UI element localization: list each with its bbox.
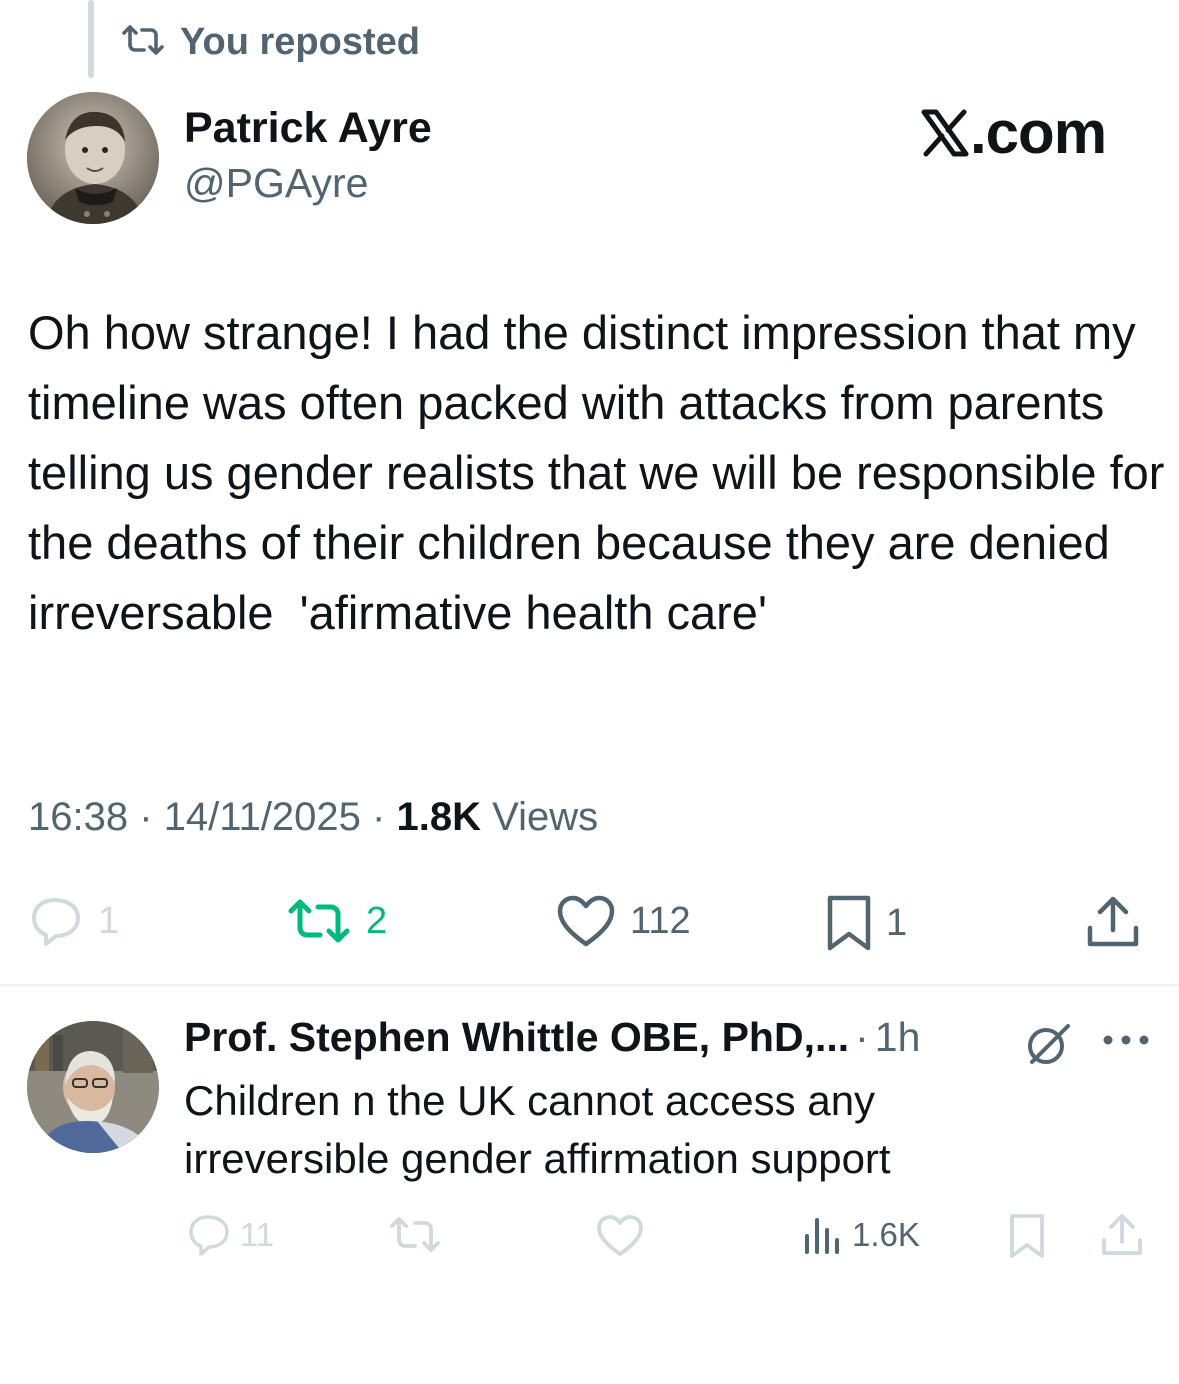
divider (0, 984, 1179, 986)
reply-icon (32, 898, 80, 946)
repost-icon (120, 23, 166, 62)
reply-time-separator: · (855, 1014, 869, 1060)
tweet-text: Oh how strange! I had the distinct impre… (28, 306, 1178, 639)
repost-icon (288, 899, 350, 943)
more-button[interactable] (1100, 1030, 1152, 1055)
reply-reply-count: 11 (240, 1216, 275, 1253)
brand-suffix: .com (970, 99, 1107, 166)
views-count: 1.8K (396, 795, 482, 839)
share-icon (1087, 896, 1139, 947)
reply-bookmark-button[interactable] (1008, 1212, 1046, 1265)
author-handle[interactable]: @PGAyre (184, 160, 368, 207)
reply-repost-button[interactable] (388, 1214, 442, 1261)
reply-author-name[interactable]: Prof. Stephen Whittle OBE, PhD,... (184, 1014, 849, 1061)
reply-icon (189, 1215, 229, 1256)
share-icon (1102, 1214, 1142, 1255)
tweet-meta: 16:38 · 14/11/2025 · 1.8K Views (28, 795, 598, 840)
reply-reply-button[interactable]: 11 (186, 1214, 274, 1256)
views-icon (805, 1218, 839, 1254)
grok-icon (1028, 1024, 1070, 1064)
reply-text: Children n the UK cannot access any irre… (184, 1077, 891, 1182)
reply-count: 1 (98, 899, 120, 942)
tweet-time[interactable]: 16:38 (28, 795, 128, 839)
like-icon (557, 895, 615, 947)
repost-count: 2 (366, 899, 388, 942)
brand-watermark: .com (920, 98, 1107, 167)
reply-header: Prof. Stephen Whittle OBE, PhD,... · 1h (184, 1014, 920, 1061)
like-button[interactable]: 112 (556, 894, 691, 948)
repost-icon (390, 1217, 440, 1252)
thread-line (88, 0, 94, 78)
meta-separator: · (139, 795, 153, 839)
views-label: Views (492, 795, 599, 839)
like-icon (597, 1215, 643, 1256)
more-icon (1103, 1035, 1149, 1045)
author-name[interactable]: Patrick Ayre (184, 104, 432, 153)
bookmark-icon (827, 895, 871, 951)
reply-views-count: 1.6K (852, 1216, 920, 1253)
avatar[interactable] (27, 1021, 159, 1153)
reply-button[interactable]: 1 (28, 896, 119, 946)
reply-views-button[interactable]: 1.6K (802, 1214, 920, 1256)
x-logo-icon (921, 109, 969, 156)
reply-like-button[interactable] (596, 1214, 644, 1263)
repost-button[interactable]: 2 (286, 896, 387, 946)
meta-separator: · (372, 795, 386, 839)
share-button[interactable] (1086, 894, 1140, 955)
bookmark-icon (1010, 1214, 1044, 1258)
bookmark-button[interactable]: 1 (826, 894, 907, 952)
tweet-date[interactable]: 14/11/2025 (164, 795, 361, 839)
repost-label: You reposted (180, 20, 420, 63)
avatar[interactable] (27, 92, 159, 224)
reply-time[interactable]: 1h (875, 1014, 921, 1061)
reply-share-button[interactable] (1100, 1212, 1144, 1263)
repost-header: You reposted (120, 18, 420, 66)
bookmark-count: 1 (886, 901, 908, 944)
like-count: 112 (630, 899, 691, 942)
grok-button[interactable] (1024, 1020, 1072, 1073)
